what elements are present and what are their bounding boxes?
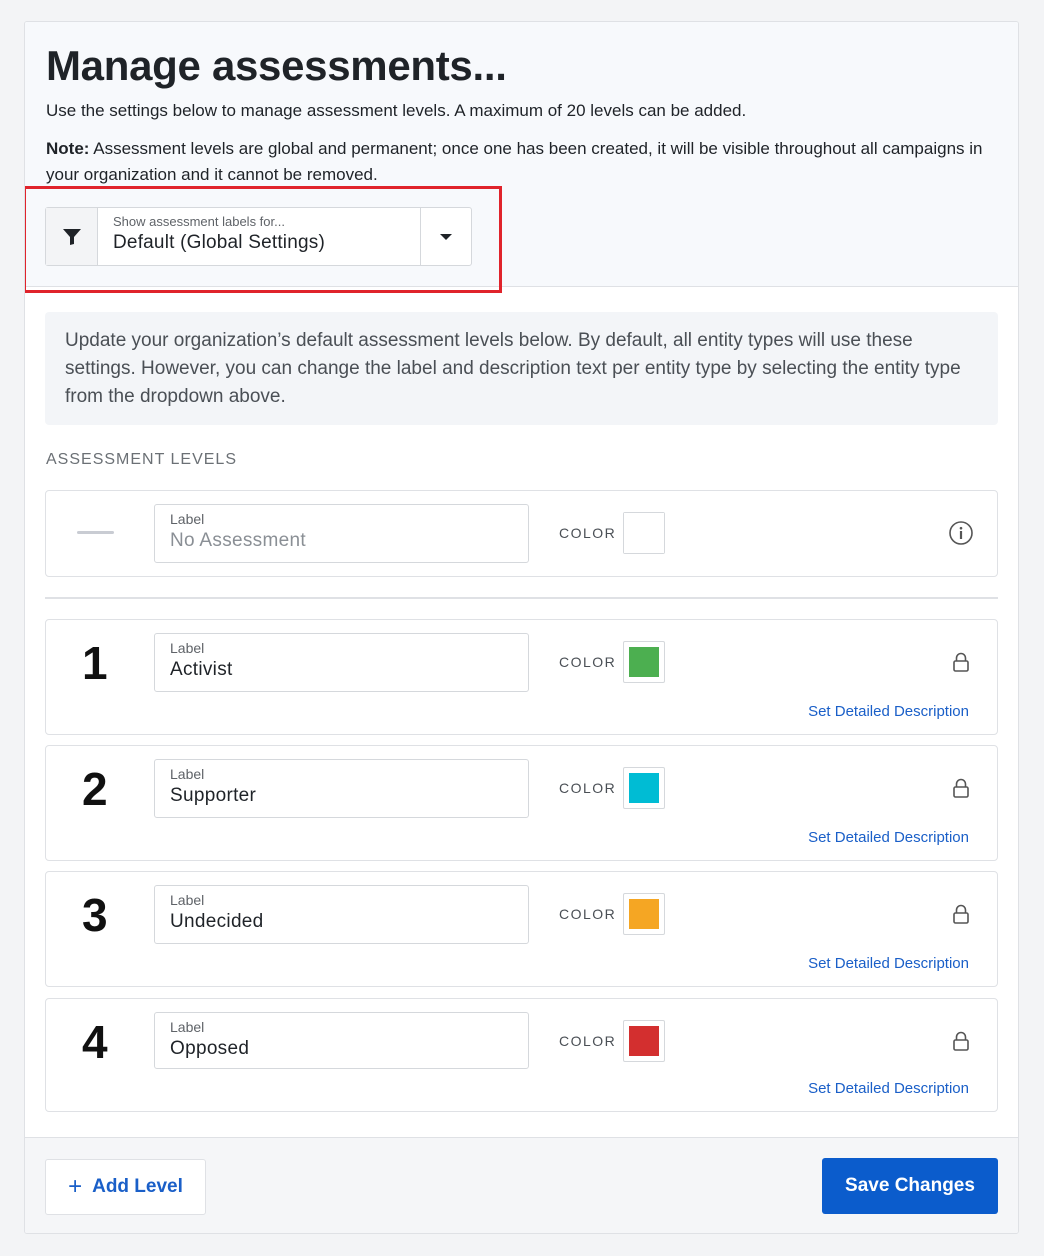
field-caption: Label xyxy=(170,511,205,527)
label-field-3[interactable]: Label Undecided xyxy=(154,885,529,944)
section-label: ASSESSMENT LEVELS xyxy=(46,451,237,468)
add-level-label: Add Level xyxy=(92,1176,183,1197)
info-box: Update your organization’s default asses… xyxy=(45,312,998,425)
caret-down-icon xyxy=(440,233,452,240)
level-row-none: Label No Assessment COLOR xyxy=(45,490,998,577)
level-number: 4 xyxy=(82,1016,108,1068)
page-title: Manage assessments... xyxy=(46,42,507,89)
header: Manage assessments... Use the settings b… xyxy=(25,22,1018,293)
level-number: 3 xyxy=(82,889,108,941)
filter-icon xyxy=(46,208,98,265)
level-number: 2 xyxy=(82,763,108,815)
field-caption: Label xyxy=(170,766,205,782)
field-value: Supporter xyxy=(170,785,257,806)
field-caption: Label xyxy=(170,892,205,908)
swatch-fill xyxy=(624,513,664,553)
color-caption: COLOR xyxy=(559,906,617,922)
lock-icon xyxy=(948,901,974,927)
set-description-link-4[interactable]: Set Detailed Description xyxy=(808,1080,969,1097)
color-picker-4[interactable] xyxy=(623,1020,665,1062)
label-field-2[interactable]: Label Supporter xyxy=(154,759,529,818)
save-changes-button[interactable]: Save Changes xyxy=(822,1158,998,1214)
field-caption: Label xyxy=(170,640,205,656)
color-caption: COLOR xyxy=(559,654,617,670)
field-value: Undecided xyxy=(170,911,264,932)
lock-icon xyxy=(948,649,974,675)
swatch-fill xyxy=(629,1026,659,1056)
field-caption: Label xyxy=(170,1019,205,1035)
level-row-1: 1 Label Activist COLOR Set Detailed Desc… xyxy=(45,619,998,735)
label-field-1[interactable]: Label Activist xyxy=(154,633,529,692)
note-label: Note: xyxy=(46,139,90,158)
color-caption: COLOR xyxy=(559,1033,617,1049)
swatch-fill xyxy=(629,899,659,929)
set-description-link-2[interactable]: Set Detailed Description xyxy=(808,829,969,846)
color-caption: COLOR xyxy=(559,780,617,796)
field-value: No Assessment xyxy=(170,530,306,551)
dropdown-body: Show assessment labels for... Default (G… xyxy=(98,208,420,265)
footer: + Add Level Save Changes xyxy=(25,1137,1018,1233)
level-number: 1 xyxy=(82,637,108,689)
swatch-fill xyxy=(629,647,659,677)
color-swatch-none xyxy=(623,512,665,554)
color-caption: COLOR xyxy=(559,525,617,541)
lock-icon xyxy=(948,1028,974,1054)
swatch-fill xyxy=(629,773,659,803)
field-value: Activist xyxy=(170,659,233,680)
note-body: Assessment levels are global and permane… xyxy=(46,139,983,184)
level-row-4: 4 Label Opposed COLOR Set Detailed Descr… xyxy=(45,998,998,1112)
intro-text: Use the settings below to manage assessm… xyxy=(46,101,747,120)
dropdown-value: Default (Global Settings) xyxy=(113,232,325,253)
dropdown-toggle[interactable] xyxy=(420,208,471,265)
lock-icon xyxy=(948,775,974,801)
info-icon[interactable] xyxy=(948,520,974,546)
dash-icon xyxy=(77,531,114,534)
set-description-link-1[interactable]: Set Detailed Description xyxy=(808,703,969,720)
note-text: Note: Assessment levels are global and p… xyxy=(46,136,991,188)
color-picker-3[interactable] xyxy=(623,893,665,935)
entity-type-dropdown[interactable]: Show assessment labels for... Default (G… xyxy=(45,207,472,266)
color-picker-1[interactable] xyxy=(623,641,665,683)
level-row-3: 3 Label Undecided COLOR Set Detailed Des… xyxy=(45,871,998,987)
field-value: Opposed xyxy=(170,1038,250,1059)
divider xyxy=(45,597,998,599)
manage-assessments-panel: Manage assessments... Use the settings b… xyxy=(24,21,1019,1234)
add-level-button[interactable]: + Add Level xyxy=(45,1159,206,1215)
set-description-link-3[interactable]: Set Detailed Description xyxy=(808,955,969,972)
dropdown-caption: Show assessment labels for... xyxy=(113,214,285,229)
plus-icon: + xyxy=(68,1173,83,1200)
label-field-none: Label No Assessment xyxy=(154,504,529,563)
color-picker-2[interactable] xyxy=(623,767,665,809)
label-field-4[interactable]: Label Opposed xyxy=(154,1012,529,1069)
level-row-2: 2 Label Supporter COLOR Set Detailed Des… xyxy=(45,745,998,861)
